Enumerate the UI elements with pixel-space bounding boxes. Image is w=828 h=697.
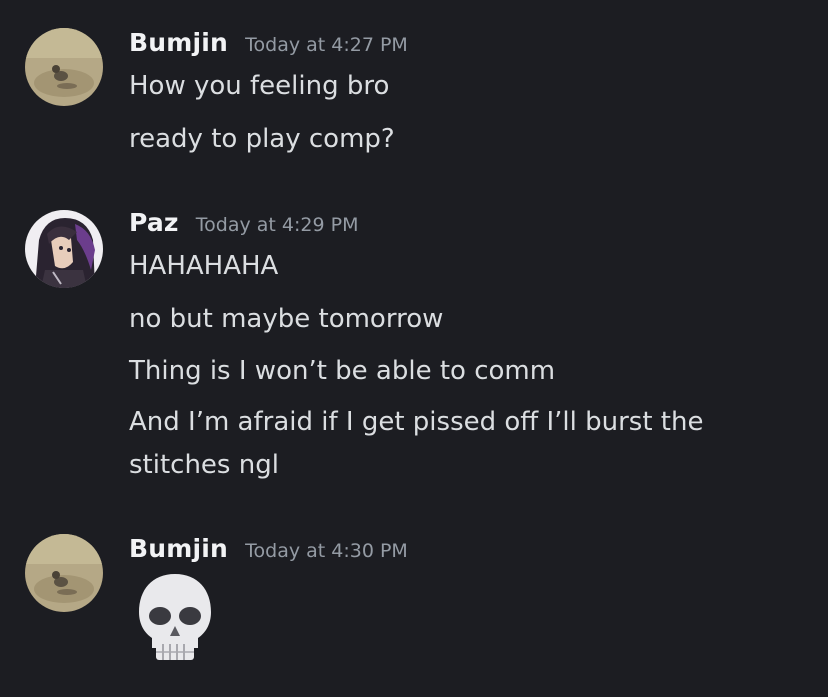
- timestamp: Today at 4:27 PM: [245, 34, 408, 56]
- message-line: ready to play comp?: [129, 124, 395, 154]
- avatar[interactable]: [25, 534, 103, 612]
- author-name[interactable]: Paz: [129, 208, 179, 237]
- anime-character-avatar-icon: [25, 210, 103, 288]
- duck-avatar-icon: [25, 534, 103, 612]
- skull-emoji-icon[interactable]: [134, 570, 216, 670]
- message-line: Thing is I won’t be able to comm: [129, 356, 556, 386]
- timestamp: Today at 4:29 PM: [195, 214, 359, 236]
- message-header: Paz Today at 4:29 PM: [129, 208, 358, 237]
- message-line: stitches ngl: [129, 450, 279, 480]
- author-name[interactable]: Bumjin: [129, 28, 228, 57]
- author-name[interactable]: Bumjin: [129, 534, 228, 563]
- message-line: no but maybe tomorrow: [129, 304, 444, 334]
- message-line: How you feeling bro: [129, 71, 390, 101]
- message-line: HAHAHAHA: [129, 251, 279, 281]
- chat-messages: Bumjin Today at 4:27 PM How you feeling …: [0, 0, 828, 697]
- message-line: And I’m afraid if I get pissed off I’ll …: [129, 407, 704, 437]
- duck-avatar-icon: [25, 28, 103, 106]
- message-header: Bumjin Today at 4:27 PM: [129, 28, 408, 57]
- message-header: Bumjin Today at 4:30 PM: [129, 534, 408, 563]
- avatar[interactable]: [25, 28, 103, 106]
- avatar[interactable]: [25, 210, 103, 288]
- timestamp: Today at 4:30 PM: [245, 540, 408, 562]
